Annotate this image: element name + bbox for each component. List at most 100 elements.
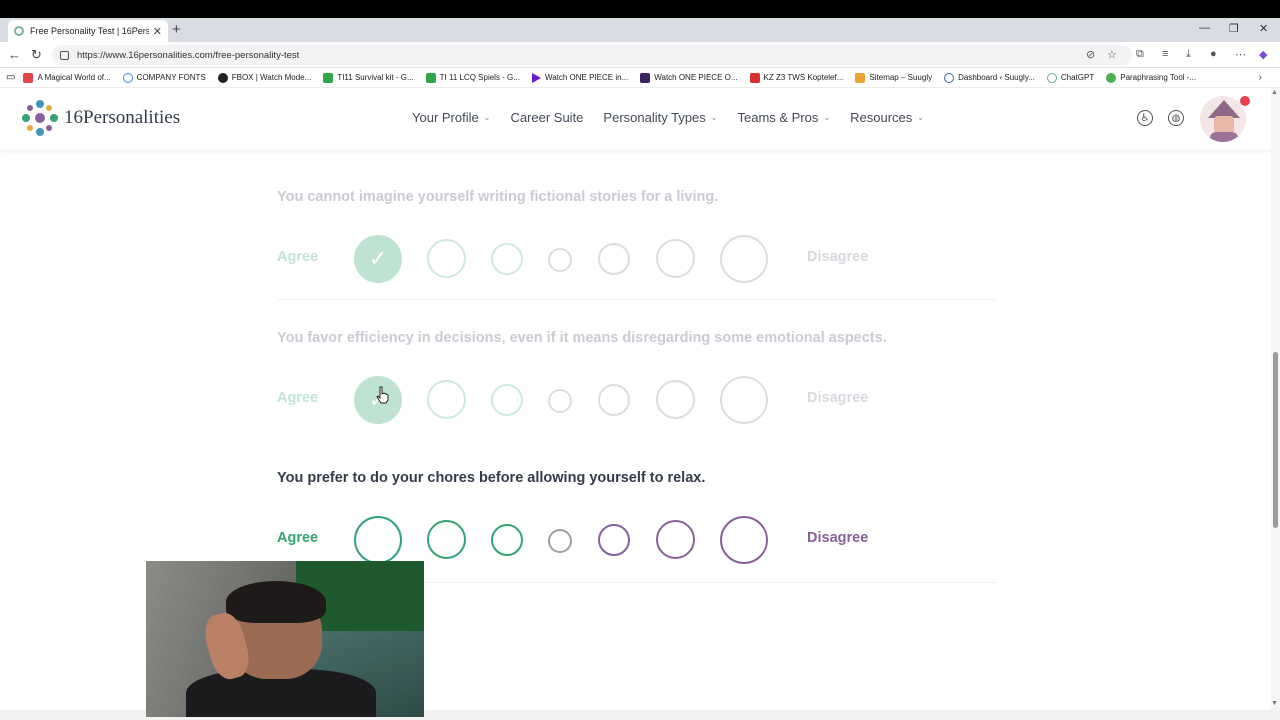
bookmarks-overflow-icon[interactable]: ›: [1259, 72, 1262, 83]
nav-label: Resources: [850, 110, 913, 125]
answer-option-agree[interactable]: [427, 380, 466, 419]
bookmark-favicon-icon: [1106, 72, 1117, 83]
question-text: You favor efficiency in decisions, even …: [277, 330, 887, 346]
answer-option-disagree-slight[interactable]: [598, 243, 630, 275]
answer-option-agree-strong[interactable]: ✓: [354, 235, 402, 283]
agree-label: Agree: [277, 249, 319, 265]
bookmark-label: FBOX | Watch Mode...: [231, 73, 312, 82]
accessibility-icon[interactable]: ♿: [1137, 110, 1153, 126]
answer-option-disagree-slight[interactable]: [598, 384, 630, 416]
answer-option-agree[interactable]: [427, 239, 466, 278]
more-menu-icon[interactable]: ⋯: [1235, 48, 1246, 61]
bookmark-item[interactable]: A Magical World of...: [23, 72, 111, 83]
answer-option-neutral[interactable]: [548, 529, 572, 553]
answer-option-neutral[interactable]: [548, 389, 572, 413]
downloads-icon[interactable]: ⤓: [1186, 48, 1191, 61]
bookmark-item[interactable]: COMPANY FONTS: [122, 72, 206, 83]
back-icon[interactable]: ←: [8, 47, 21, 62]
hand-cursor-icon: [376, 386, 389, 404]
site-info-icon[interactable]: [60, 50, 69, 60]
chevron-down-icon: ⌄: [917, 113, 924, 122]
bookmark-item[interactable]: KZ Z3 TWS Koptelef...: [749, 72, 844, 83]
answer-option-disagree-strong[interactable]: [720, 516, 768, 564]
nav-your-profile[interactable]: Your Profile ⌄: [412, 110, 490, 125]
wordpress-icon: [944, 72, 955, 83]
site-header: 16Personalities Your Profile ⌄ Career Sui…: [0, 88, 1280, 150]
bookmark-label: ChatGPT: [1060, 73, 1095, 82]
extensions-icon[interactable]: ⧉: [1136, 48, 1144, 61]
bookmark-label: TI11 Survival kit - G...: [337, 73, 414, 82]
tab-close-icon[interactable]: ✕: [153, 25, 162, 38]
nav-personality-types[interactable]: Personality Types ⌄: [603, 110, 717, 125]
nav-resources[interactable]: Resources ⌄: [850, 110, 924, 125]
site-favicon-icon: [14, 26, 24, 36]
bookmark-item[interactable]: Watch ONE PIECE O...: [640, 72, 738, 83]
question-2: You favor efficiency in decisions, even …: [277, 330, 997, 424]
answer-option-agree-strong[interactable]: [354, 516, 402, 564]
answer-option-neutral[interactable]: [548, 248, 572, 272]
scroll-up-icon[interactable]: ▲: [1271, 89, 1278, 96]
restore-icon[interactable]: ❐: [1229, 22, 1239, 35]
tracking-icon[interactable]: ⊘: [1086, 48, 1095, 61]
question-divider: [277, 299, 997, 300]
answer-option-agree-slight[interactable]: [491, 524, 523, 556]
disagree-label: Disagree: [807, 390, 869, 406]
answer-option-disagree[interactable]: [656, 239, 695, 278]
bookmark-item[interactable]: FBOX | Watch Mode...: [217, 72, 312, 83]
bookmark-item[interactable]: ChatGPT: [1046, 72, 1095, 83]
answer-option-disagree-strong[interactable]: [720, 376, 768, 424]
favorites-list-icon[interactable]: ≡: [1162, 48, 1168, 60]
scroll-down-icon[interactable]: ▼: [1271, 700, 1278, 707]
bookmark-label: Watch ONE PIECE in...: [544, 73, 629, 82]
question-text: You cannot imagine yourself writing fict…: [277, 189, 719, 205]
bookmarks-toggle-icon[interactable]: ▭: [6, 72, 15, 83]
bookmark-item[interactable]: TI 11 LCQ Spiels - G...: [425, 72, 520, 83]
question-text: You prefer to do your chores before allo…: [277, 470, 706, 486]
answer-option-agree-slight[interactable]: [491, 243, 523, 275]
window-close-icon[interactable]: ✕: [1259, 22, 1268, 35]
copilot-icon[interactable]: ◆: [1259, 48, 1267, 61]
chevron-down-icon: ⌄: [710, 113, 718, 122]
scrollbar-thumb[interactable]: [1273, 352, 1278, 528]
bookmark-label: TI 11 LCQ Spiels - G...: [439, 73, 520, 82]
answer-option-disagree[interactable]: [656, 520, 695, 559]
notification-dot: [1240, 96, 1250, 106]
nav-career-suite[interactable]: Career Suite: [510, 110, 583, 125]
logo-text: 16Personalities: [64, 107, 181, 128]
disagree-label: Disagree: [807, 249, 869, 265]
nav-teams-pros[interactable]: Teams & Pros ⌄: [738, 110, 831, 125]
minimize-icon[interactable]: —: [1199, 22, 1210, 34]
globe-icon[interactable]: ◍: [1168, 110, 1184, 126]
bookmark-item[interactable]: Paraphrasing Tool -...: [1106, 72, 1196, 83]
nav-label: Personality Types: [603, 110, 706, 125]
bookmark-label: KZ Z3 TWS Koptelef...: [763, 73, 844, 82]
new-tab-icon[interactable]: +: [172, 21, 181, 38]
play-icon: [531, 72, 541, 83]
tab-title: Free Personality Test | 16Personali: [30, 26, 149, 36]
reload-icon[interactable]: ↻: [31, 47, 42, 63]
profile-icon[interactable]: ●: [1210, 48, 1217, 60]
favorite-star-icon[interactable]: ☆: [1107, 48, 1117, 61]
bookmark-label: A Magical World of...: [37, 73, 111, 82]
chatgpt-icon: [1046, 72, 1057, 83]
browser-toolbar: ← ↻ https://www.16personalities.com/free…: [0, 42, 1280, 68]
answer-option-disagree[interactable]: [656, 380, 695, 419]
bookmark-label: Watch ONE PIECE O...: [654, 73, 738, 82]
answer-option-disagree-slight[interactable]: [598, 524, 630, 556]
nav-label: Your Profile: [412, 110, 479, 125]
address-bar[interactable]: https://www.16personalities.com/free-per…: [52, 45, 1132, 65]
answer-option-agree[interactable]: [427, 520, 466, 559]
answer-option-disagree-strong[interactable]: [720, 235, 768, 283]
browser-tab[interactable]: Free Personality Test | 16Personali ✕: [8, 20, 168, 42]
checkmark-icon: ✓: [368, 246, 388, 271]
bookmark-favicon-icon: [640, 72, 651, 83]
bookmark-favicon-icon: [749, 72, 760, 83]
bookmark-item[interactable]: Sitemap – Suugly: [855, 72, 932, 83]
avatar[interactable]: [1200, 96, 1246, 142]
bookmark-favicon-icon: [217, 72, 228, 83]
bookmark-item[interactable]: TI11 Survival kit - G...: [323, 72, 414, 83]
site-logo[interactable]: 16Personalities: [22, 100, 180, 136]
bookmark-item[interactable]: Dashboard ‹ Suugly...: [944, 72, 1035, 83]
bookmark-item[interactable]: Watch ONE PIECE in...: [531, 72, 629, 83]
answer-option-agree-slight[interactable]: [491, 384, 523, 416]
